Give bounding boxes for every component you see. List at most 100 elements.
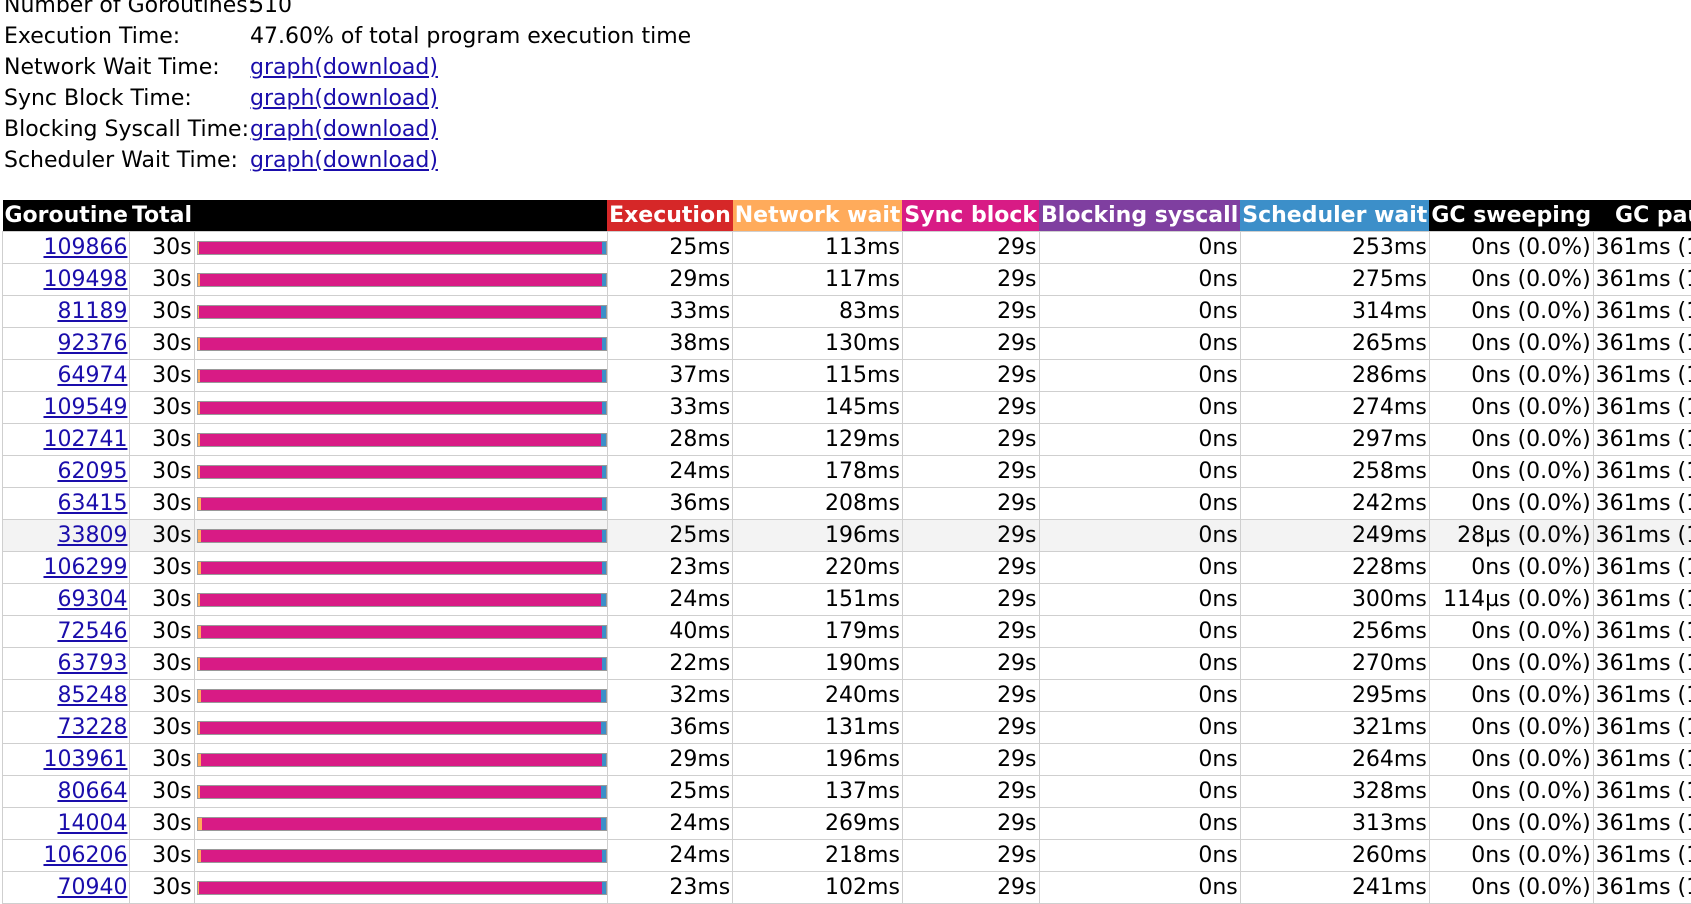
sync-block-graph-link[interactable]: graph(download) — [250, 86, 438, 111]
gc-pause-cell: 361ms (1.2%) — [1593, 648, 1691, 680]
blocking-syscall-cell: 0ns — [1039, 552, 1240, 584]
blocking-syscall-cell: 0ns — [1039, 680, 1240, 712]
breakdown-cell — [194, 456, 607, 488]
goroutine-link[interactable]: 106206 — [43, 843, 127, 868]
goroutine-link[interactable]: 92376 — [57, 331, 127, 356]
scheduler-wait-graph-link[interactable]: graph(download) — [250, 148, 438, 173]
sync-block-cell: 29s — [902, 488, 1039, 520]
goroutine-link[interactable]: 85248 — [57, 683, 127, 708]
col-network-wait-header[interactable]: Network wait — [733, 200, 903, 232]
scheduler-wait-cell: 242ms — [1240, 488, 1429, 520]
scheduler-wait-segment — [601, 818, 605, 830]
execution-cell: 24ms — [607, 584, 733, 616]
goroutine-link[interactable]: 81189 — [57, 299, 127, 324]
gc-sweeping-cell: 0ns (0.0%) — [1429, 360, 1593, 392]
col-gc-sweeping-header[interactable]: GC sweeping — [1429, 200, 1593, 232]
col-breakdown-header[interactable] — [194, 200, 607, 232]
goroutine-link[interactable]: 63793 — [57, 651, 127, 676]
goroutine-link[interactable]: 69304 — [57, 587, 127, 612]
total-cell: 30s — [130, 648, 194, 680]
sync-block-segment — [199, 306, 601, 318]
summary-row: Network Wait Time:graph(download) — [4, 52, 691, 83]
total-cell: 30s — [130, 456, 194, 488]
sync-block-segment — [200, 274, 602, 286]
goroutine-link[interactable]: 102741 — [43, 427, 127, 452]
goroutine-link[interactable]: 80664 — [57, 779, 127, 804]
time-breakdown-bar — [197, 337, 607, 351]
goroutine-link[interactable]: 109498 — [43, 267, 127, 292]
goroutine-link[interactable]: 64974 — [57, 363, 127, 388]
goroutine-link[interactable]: 72546 — [57, 619, 127, 644]
goroutine-id-cell: 73228 — [3, 712, 130, 744]
sync-block-cell: 29s — [902, 424, 1039, 456]
breakdown-cell — [194, 776, 607, 808]
total-cell: 30s — [130, 680, 194, 712]
gc-pause-cell: 361ms (1.2%) — [1593, 328, 1691, 360]
goroutine-link[interactable]: 73228 — [57, 715, 127, 740]
gc-sweeping-cell: 0ns (0.0%) — [1429, 808, 1593, 840]
col-total-header[interactable]: Total — [130, 200, 194, 232]
scheduler-wait-segment — [602, 466, 606, 478]
goroutine-link[interactable]: 109549 — [43, 395, 127, 420]
gc-sweeping-cell: 0ns (0.0%) — [1429, 456, 1593, 488]
goroutine-link[interactable]: 33809 — [57, 523, 127, 548]
goroutine-link[interactable]: 109866 — [43, 235, 127, 260]
total-cell: 30s — [130, 552, 194, 584]
gc-pause-cell: 361ms (1.2%) — [1593, 488, 1691, 520]
breakdown-cell — [194, 520, 607, 552]
goroutine-link[interactable]: 14004 — [57, 811, 127, 836]
gc-pause-cell: 361ms (1.2%) — [1593, 264, 1691, 296]
col-execution-header[interactable]: Execution — [607, 200, 733, 232]
goroutine-id-cell: 80664 — [3, 776, 130, 808]
col-sync-block-header[interactable]: Sync block — [902, 200, 1039, 232]
scheduler-wait-cell: 260ms — [1240, 840, 1429, 872]
scheduler-wait-cell: 228ms — [1240, 552, 1429, 584]
goroutine-link[interactable]: 103961 — [43, 747, 127, 772]
goroutine-link[interactable]: 70940 — [57, 875, 127, 900]
total-cell: 30s — [130, 744, 194, 776]
goroutine-table: GoroutineTotal ExecutionNetwork waitSync … — [2, 200, 1691, 904]
gc-sweeping-cell: 0ns (0.0%) — [1429, 616, 1593, 648]
scheduler-wait-segment — [601, 306, 605, 318]
gc-pause-cell: 361ms (1.2%) — [1593, 680, 1691, 712]
sync-block-segment — [201, 690, 601, 702]
sync-block-cell: 29s — [902, 392, 1039, 424]
network-wait-graph-link[interactable]: graph(download) — [250, 55, 438, 80]
gc-sweeping-cell: 0ns (0.0%) — [1429, 392, 1593, 424]
col-gc-pause-header[interactable]: GC pause — [1593, 200, 1691, 232]
breakdown-cell — [194, 808, 607, 840]
execution-cell: 38ms — [607, 328, 733, 360]
gc-pause-cell: 361ms (1.2%) — [1593, 424, 1691, 456]
goroutine-link[interactable]: 62095 — [57, 459, 127, 484]
sync-block-segment — [200, 434, 602, 446]
sync-block-cell: 29s — [902, 584, 1039, 616]
gc-sweeping-cell: 0ns (0.0%) — [1429, 424, 1593, 456]
time-breakdown-bar — [197, 753, 607, 767]
breakdown-cell — [194, 392, 607, 424]
network-wait-cell: 179ms — [733, 616, 903, 648]
scheduler-wait-cell: 297ms — [1240, 424, 1429, 456]
table-row: 8066430s25ms137ms29s0ns328ms0ns (0.0%)36… — [3, 776, 1691, 808]
goroutine-id-cell: 109549 — [3, 392, 130, 424]
blocking-syscall-graph-link[interactable]: graph(download) — [250, 117, 438, 142]
sync-block-cell: 29s — [902, 776, 1039, 808]
goroutine-link[interactable]: 63415 — [57, 491, 127, 516]
breakdown-cell — [194, 840, 607, 872]
time-breakdown-bar — [197, 785, 607, 799]
goroutine-link[interactable]: 106299 — [43, 555, 127, 580]
sync-block-cell: 29s — [902, 712, 1039, 744]
sync-block-segment — [201, 626, 602, 638]
total-cell: 30s — [130, 616, 194, 648]
col-goroutine-header[interactable]: Goroutine — [3, 200, 130, 232]
summary-label: Execution Time: — [4, 21, 250, 52]
col-blocking-syscall-header[interactable]: Blocking syscall — [1039, 200, 1240, 232]
sync-block-cell: 29s — [902, 840, 1039, 872]
scheduler-wait-segment — [602, 370, 606, 382]
col-scheduler-wait-header[interactable]: Scheduler wait — [1240, 200, 1429, 232]
goroutine-id-cell: 63793 — [3, 648, 130, 680]
summary-label: Sync Block Time: — [4, 83, 250, 114]
sync-block-segment — [200, 594, 601, 606]
gc-pause-cell: 361ms (1.2%) — [1593, 552, 1691, 584]
goroutine-id-cell: 103961 — [3, 744, 130, 776]
goroutine-id-cell: 109498 — [3, 264, 130, 296]
